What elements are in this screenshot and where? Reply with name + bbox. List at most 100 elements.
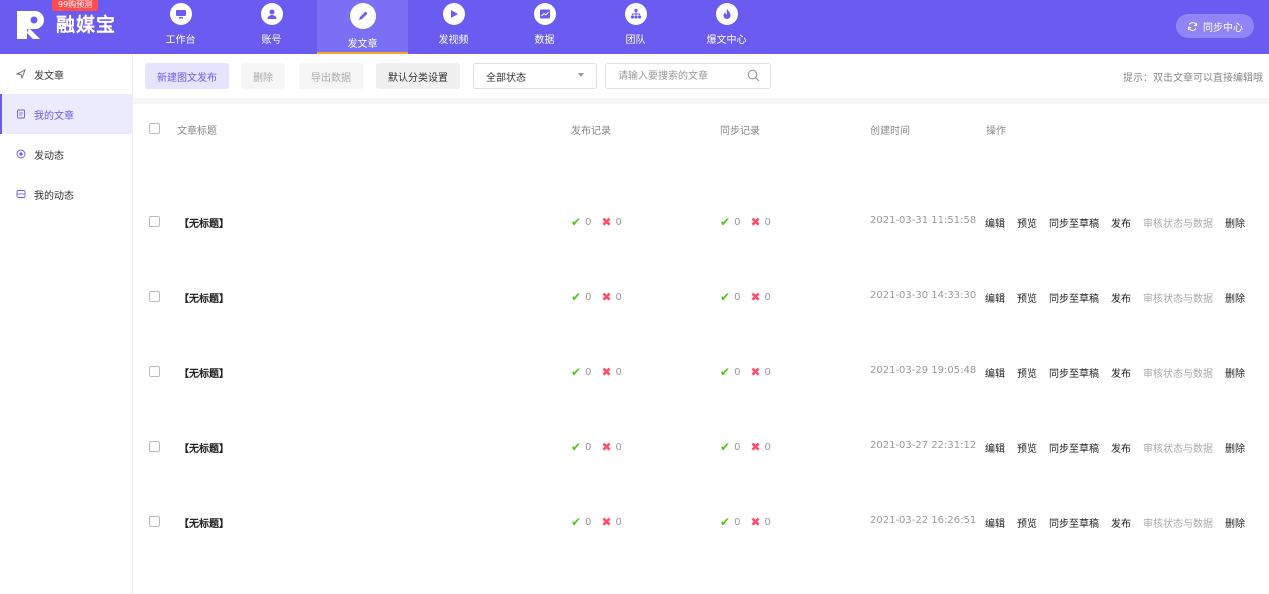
delete-link[interactable]: 删除 (1225, 515, 1245, 530)
nav-label: 爆文中心 (706, 35, 747, 46)
publish-success-count: 0 (585, 366, 592, 378)
created-time: 2021-03-22 16:26:51 (870, 515, 977, 526)
table-header: 文章标题 发布记录 同步记录 创建时间 操作 (133, 104, 1269, 152)
row-checkbox[interactable] (149, 516, 160, 527)
sidebar-item-label: 我的动态 (34, 190, 74, 202)
publish-fail-count: 0 (615, 216, 622, 228)
hint-text: 提示：双击文章可以直接编辑哦 (1123, 73, 1263, 84)
logo[interactable]: 99购预测 融媒宝 (16, 0, 126, 48)
nav-post-video[interactable]: 发视频 (408, 0, 499, 54)
target-icon (16, 149, 26, 159)
table-row[interactable]: 【无标题】 ✔ 0 ✖ 0 ✔ 0 ✖ 0 2021-03-27 22:31:1… (133, 377, 1269, 455)
category-settings-button[interactable]: 默认分类设置 (376, 63, 460, 89)
top-navbar: 99购预测 融媒宝 工作台 账号 发文章 发视频 数据 团队 爆文中心 同步中心 (0, 0, 1269, 54)
nav-label: 发文章 (347, 39, 378, 50)
sync-success-count: 0 (734, 516, 741, 528)
created-time: 2021-03-31 11:51:58 (870, 215, 977, 226)
publish-success-count: 0 (585, 291, 592, 303)
sync-success-count: 0 (734, 291, 741, 303)
sidebar-item-post-article[interactable]: 发文章 (0, 54, 132, 94)
message-icon (16, 190, 26, 198)
send-icon (16, 69, 26, 79)
nav-label: 发视频 (438, 35, 469, 46)
sync-to-draft-link[interactable]: 同步至草稿 (1049, 515, 1099, 530)
sidebar-item-my-moments[interactable]: 我的动态 (0, 174, 132, 214)
check-icon: ✔ (720, 515, 731, 529)
column-header-created: 创建时间 (870, 126, 910, 137)
nav-team[interactable]: 团队 (590, 0, 681, 54)
toolbar: 新建图文发布 删除 导出数据 默认分类设置 全部状态 提示：双击文章可以直接编辑… (133, 54, 1269, 98)
preview-link[interactable]: 预览 (1017, 515, 1037, 530)
sidebar: 发文章 我的文章 发动态 我的动态 (0, 54, 133, 594)
review-status-link[interactable]: 审核状态与数据 (1143, 515, 1213, 530)
sidebar-item-label: 发文章 (34, 70, 64, 82)
delete-button[interactable]: 删除 (241, 63, 285, 89)
column-header-publish: 发布记录 (571, 126, 611, 137)
cross-icon: ✖ (750, 515, 761, 529)
sync-fail-count: 0 (764, 291, 771, 303)
table-row[interactable]: 【无标题】 ✔ 0 ✖ 0 ✔ 0 ✖ 0 2021-03-22 16:26:5… (133, 452, 1269, 530)
select-all-checkbox[interactable] (149, 123, 160, 134)
nav-workbench[interactable]: 工作台 (135, 0, 226, 54)
created-time: 2021-03-27 22:31:12 (870, 440, 977, 451)
monitor-icon (169, 3, 192, 25)
sidebar-item-my-articles[interactable]: 我的文章 (0, 94, 132, 134)
nav-data[interactable]: 数据 (499, 0, 590, 54)
sidebar-item-label: 我的文章 (34, 110, 74, 122)
table-row[interactable]: 【无标题】 ✔ 0 ✖ 0 ✔ 0 ✖ 0 2021-03-30 14:33:3… (133, 227, 1269, 305)
sidebar-item-post-moment[interactable]: 发动态 (0, 134, 132, 174)
caret-down-icon (578, 73, 584, 77)
status-select-value: 全部状态 (486, 72, 526, 84)
publish-success-count: 0 (585, 216, 592, 228)
table-row[interactable]: 【无标题】 ✔ 0 ✖ 0 ✔ 0 ✖ 0 2021-03-29 19:05:4… (133, 302, 1269, 380)
row-actions: 编辑 预览 同步至草稿 发布 审核状态与数据 删除 (985, 515, 1245, 530)
publish-link[interactable]: 发布 (1111, 515, 1131, 530)
article-table: 文章标题 发布记录 同步记录 创建时间 操作 【无标题】 ✔ 0 ✖ 0 ✔ 0… (133, 104, 1269, 530)
row-checkbox[interactable] (149, 291, 160, 302)
check-icon: ✔ (571, 515, 582, 529)
row-checkbox[interactable] (149, 441, 160, 452)
logo-text: 融媒宝 (56, 14, 117, 36)
sync-fail-count: 0 (764, 216, 771, 228)
video-icon (442, 3, 465, 25)
sync-fail-count: 0 (764, 516, 771, 528)
publish-record: ✔ 0 ✖ 0 (571, 515, 622, 529)
nav-account[interactable]: 账号 (226, 0, 317, 54)
pen-icon (349, 3, 376, 29)
publish-success-count: 0 (585, 441, 592, 453)
logo-mark-icon (17, 11, 44, 39)
sync-center-button[interactable]: 同步中心 (1176, 14, 1254, 38)
sync-fail-count: 0 (764, 441, 771, 453)
sync-record: ✔ 0 ✖ 0 (720, 515, 771, 529)
export-button[interactable]: 导出数据 (299, 63, 363, 89)
table-row[interactable]: 【无标题】 ✔ 0 ✖ 0 ✔ 0 ✖ 0 2021-03-31 11:51:5… (133, 152, 1269, 230)
column-header-title: 文章标题 (177, 126, 217, 137)
table-body: 【无标题】 ✔ 0 ✖ 0 ✔ 0 ✖ 0 2021-03-31 11:51:5… (133, 152, 1269, 530)
fire-icon (715, 3, 738, 25)
nav-label: 账号 (261, 35, 282, 46)
column-header-actions: 操作 (986, 126, 1006, 137)
publish-fail-count: 0 (615, 291, 622, 303)
nav-hot-articles[interactable]: 爆文中心 (681, 0, 772, 54)
nav-label: 团队 (625, 35, 646, 46)
search-icon[interactable] (747, 69, 760, 82)
new-post-button[interactable]: 新建图文发布 (145, 63, 229, 89)
status-select[interactable]: 全部状态 (473, 63, 597, 89)
sync-center-label: 同步中心 (1203, 22, 1243, 34)
publish-fail-count: 0 (615, 441, 622, 453)
row-checkbox[interactable] (149, 216, 160, 227)
publish-fail-count: 0 (615, 366, 622, 378)
nav-post-article[interactable]: 发文章 (317, 0, 408, 54)
sync-fail-count: 0 (764, 366, 771, 378)
article-title[interactable]: 【无标题】 (179, 515, 229, 530)
edit-link[interactable]: 编辑 (985, 515, 1005, 530)
sync-success-count: 0 (734, 216, 741, 228)
document-icon (17, 109, 25, 119)
created-time: 2021-03-30 14:33:30 (870, 290, 977, 301)
created-time: 2021-03-29 19:05:48 (870, 365, 977, 376)
user-icon (260, 3, 283, 25)
nav-label: 工作台 (165, 35, 196, 46)
column-header-sync: 同步记录 (720, 126, 760, 137)
row-checkbox[interactable] (149, 366, 160, 377)
team-icon (624, 3, 647, 25)
